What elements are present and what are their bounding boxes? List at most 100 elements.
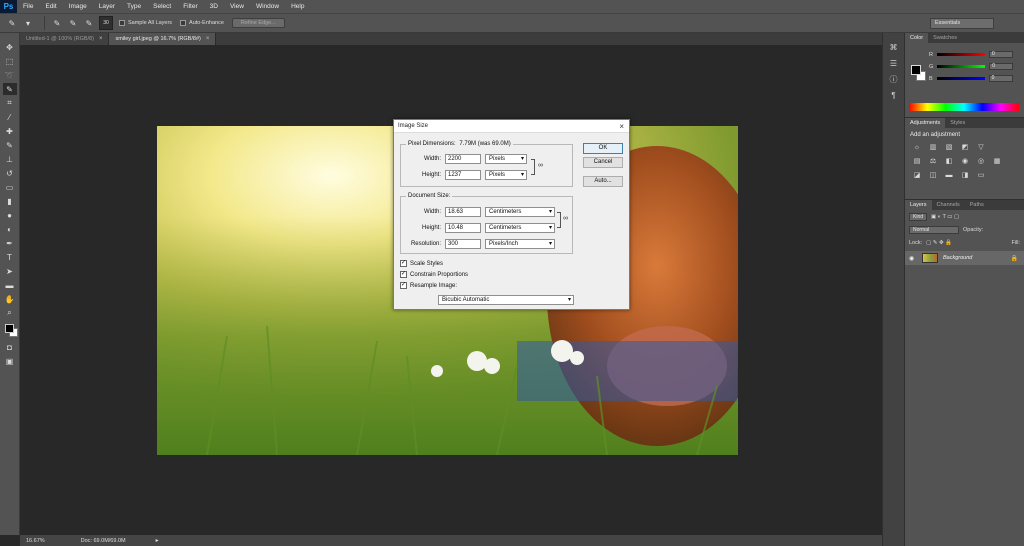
workspace-select[interactable]: Essentials xyxy=(930,18,994,29)
move-tool-icon[interactable]: ✥ xyxy=(3,41,17,53)
auto-button[interactable]: Auto... xyxy=(583,176,623,187)
type-tool-icon[interactable]: T xyxy=(3,251,17,263)
green-slider[interactable] xyxy=(937,65,986,68)
brightness-icon[interactable]: ☼ xyxy=(911,142,923,152)
resample-method-select[interactable]: Bicubic Automatic xyxy=(438,295,574,305)
brush-size-picker[interactable]: 30 xyxy=(99,16,113,30)
rectangle-tool-icon[interactable]: ▬ xyxy=(3,279,17,291)
threshold-icon[interactable]: ▬ xyxy=(943,170,955,180)
hue-saturation-icon[interactable]: ▤ xyxy=(911,156,923,166)
history-icon[interactable]: ⌘ xyxy=(887,41,901,53)
brush-tool-icon[interactable]: ✎ xyxy=(3,139,17,151)
doc-width-unit-select[interactable]: Centimeters xyxy=(485,207,555,217)
tab-paths[interactable]: Paths xyxy=(965,200,989,210)
properties-icon[interactable]: ☰ xyxy=(887,57,901,69)
blue-value-input[interactable]: 0 xyxy=(988,75,1013,82)
doc-height-input[interactable]: 10.48 xyxy=(445,223,481,233)
resample-image-checkbox[interactable]: ✓ xyxy=(400,282,407,289)
eyedropper-tool-icon[interactable]: ⁄ xyxy=(3,111,17,123)
black-white-icon[interactable]: ◧ xyxy=(943,156,955,166)
paragraph-icon[interactable]: ¶ xyxy=(887,89,901,101)
resolution-unit-select[interactable]: Pixels/Inch xyxy=(485,239,555,249)
quick-mask-icon[interactable]: ◘ xyxy=(3,341,17,353)
vibrance-icon[interactable]: ▽ xyxy=(975,142,987,152)
red-value-input[interactable]: 0 xyxy=(988,51,1013,58)
pixel-height-unit-select[interactable]: Pixels xyxy=(485,170,527,180)
dodge-tool-icon[interactable]: ◐ xyxy=(3,223,17,235)
menu-help[interactable]: Help xyxy=(285,3,310,10)
channel-mixer-icon[interactable]: ◎ xyxy=(975,156,987,166)
clone-stamp-tool-icon[interactable]: ⊥ xyxy=(3,153,17,165)
foreground-color-swatch[interactable] xyxy=(911,65,921,75)
refine-edge-button[interactable]: Refine Edge... xyxy=(231,18,285,28)
marquee-tool-icon[interactable]: ⬚ xyxy=(3,55,17,67)
green-value-input[interactable]: 0 xyxy=(989,63,1014,70)
chevron-right-icon[interactable]: ▸ xyxy=(156,537,159,544)
tab-untitled[interactable]: Untitled-1 @ 100% (RGB/8) × xyxy=(20,33,110,45)
layer-background[interactable]: ◉ Background 🔒 xyxy=(905,251,1024,265)
photo-filter-icon[interactable]: ◉ xyxy=(959,156,971,166)
eraser-tool-icon[interactable]: ▭ xyxy=(3,181,17,193)
menu-window[interactable]: Window xyxy=(250,3,285,10)
red-slider[interactable] xyxy=(936,53,985,56)
lasso-tool-icon[interactable]: ➰ xyxy=(3,69,17,81)
menu-view[interactable]: View xyxy=(224,3,250,10)
tab-layers[interactable]: Layers xyxy=(905,200,932,210)
quick-selection-preset-icon[interactable]: ✎ xyxy=(6,17,18,29)
scale-styles-checkbox[interactable]: ✓ xyxy=(400,260,407,267)
auto-enhance-checkbox[interactable] xyxy=(180,20,187,26)
doc-width-input[interactable]: 18.63 xyxy=(445,207,481,217)
tab-smiley-girl[interactable]: smiley girl.jpeg @ 16.7% (RGB/8#) × xyxy=(109,33,217,45)
color-balance-icon[interactable]: ⚖ xyxy=(927,156,939,166)
tab-color[interactable]: Color xyxy=(905,33,929,43)
tab-swatches[interactable]: Swatches xyxy=(928,33,962,43)
filter-icons[interactable]: ▣ ◐ T ▭ ▢ xyxy=(931,214,959,220)
zoom-level[interactable]: 16.67% xyxy=(26,538,45,544)
lock-icons[interactable]: ▢ ✎ ✥ 🔒 xyxy=(926,240,952,246)
blur-tool-icon[interactable]: ● xyxy=(3,209,17,221)
layer-kind-filter[interactable]: Kind xyxy=(909,212,928,221)
eye-icon[interactable]: ◉ xyxy=(909,255,917,262)
screen-mode-icon[interactable]: ▣ xyxy=(3,355,17,367)
info-icon[interactable]: ⓘ xyxy=(887,73,901,85)
menu-image[interactable]: Image xyxy=(63,3,93,10)
menu-type[interactable]: Type xyxy=(121,3,147,10)
healing-brush-tool-icon[interactable]: ✚ xyxy=(3,125,17,137)
menu-3d[interactable]: 3D xyxy=(204,3,224,10)
add-to-selection-icon[interactable]: ✎ xyxy=(67,17,79,29)
cancel-button[interactable]: Cancel xyxy=(583,157,623,168)
hand-tool-icon[interactable]: ✋ xyxy=(3,293,17,305)
pixel-width-input[interactable]: 2200 xyxy=(445,154,481,164)
color-swatches[interactable] xyxy=(3,321,18,339)
menu-file[interactable]: File xyxy=(17,3,39,10)
curves-icon[interactable]: ▧ xyxy=(943,142,955,152)
doc-height-unit-select[interactable]: Centimeters xyxy=(485,223,555,233)
tab-styles[interactable]: Styles xyxy=(945,118,970,128)
blend-mode-select[interactable]: Normal xyxy=(909,225,959,234)
close-icon[interactable]: × xyxy=(619,122,624,131)
ok-button[interactable]: OK xyxy=(583,143,623,154)
pen-tool-icon[interactable]: ✒ xyxy=(3,237,17,249)
invert-icon[interactable]: ◪ xyxy=(911,170,923,180)
menu-layer[interactable]: Layer xyxy=(93,3,121,10)
quick-selection-tool-icon[interactable]: ✎ xyxy=(2,83,17,95)
constrain-proportions-checkbox[interactable]: ✓ xyxy=(400,271,407,278)
gradient-map-icon[interactable]: ▭ xyxy=(975,170,987,180)
menu-select[interactable]: Select xyxy=(147,3,177,10)
close-icon[interactable]: × xyxy=(206,33,210,45)
chevron-down-icon[interactable]: ▾ xyxy=(22,17,34,29)
tab-adjustments[interactable]: Adjustments xyxy=(905,118,946,128)
zoom-tool-icon[interactable]: ⌕ xyxy=(3,307,17,319)
menu-filter[interactable]: Filter xyxy=(177,3,203,10)
sample-all-layers-checkbox[interactable] xyxy=(119,20,125,26)
new-selection-icon[interactable]: ✎ xyxy=(51,17,63,29)
tab-channels[interactable]: Channels xyxy=(932,200,965,210)
gradient-tool-icon[interactable]: ▮ xyxy=(3,195,17,207)
color-lookup-icon[interactable]: ▦ xyxy=(991,156,1003,166)
exposure-icon[interactable]: ◩ xyxy=(959,142,971,152)
crop-tool-icon[interactable]: ⌗ xyxy=(3,97,17,109)
menu-edit[interactable]: Edit xyxy=(39,3,62,10)
selective-color-icon[interactable]: ◨ xyxy=(959,170,971,180)
posterize-icon[interactable]: ◫ xyxy=(927,170,939,180)
path-selection-tool-icon[interactable]: ➤ xyxy=(3,265,17,277)
